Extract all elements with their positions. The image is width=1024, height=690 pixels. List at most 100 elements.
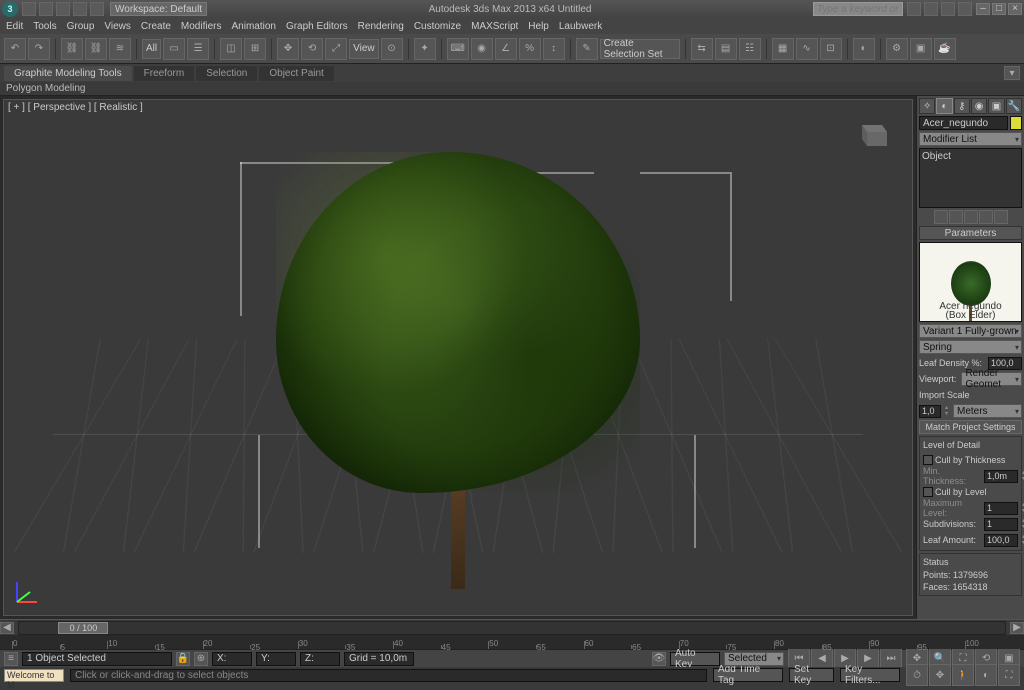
ribbon-tab-selection[interactable]: Selection [196, 66, 257, 81]
show-end-result-icon[interactable] [949, 210, 963, 224]
select-move-icon[interactable]: ✥ [277, 38, 299, 60]
menu-group[interactable]: Group [67, 21, 95, 32]
cp-create-icon[interactable]: ✧ [919, 98, 935, 114]
material-editor-icon[interactable]: ◐ [853, 38, 875, 60]
pin-stack-icon[interactable] [934, 210, 948, 224]
app-logo-icon[interactable]: 3 [2, 1, 18, 17]
timeline-left-icon[interactable]: ◀ [0, 622, 14, 634]
graphite-toggle-icon[interactable]: ▦ [772, 38, 794, 60]
menu-modifiers[interactable]: Modifiers [181, 21, 222, 32]
curve-editor-icon[interactable]: ∿ [796, 38, 818, 60]
modifier-list-dropdown[interactable]: Modifier List [919, 132, 1022, 146]
select-name-icon[interactable]: ☰ [187, 38, 209, 60]
time-slider[interactable]: 0 / 100 [18, 621, 1006, 635]
layers-icon[interactable]: ☷ [739, 38, 761, 60]
named-selection-set[interactable]: Create Selection Set [600, 39, 680, 59]
select-manipulate-icon[interactable]: ✦ [414, 38, 436, 60]
cp-hierarchy-icon[interactable]: ⚷ [954, 98, 970, 114]
unlink-icon[interactable]: ⛓ [85, 38, 107, 60]
mirror-icon[interactable]: ⇆ [691, 38, 713, 60]
scene-tree-object[interactable] [276, 152, 639, 590]
snap-toggle-icon[interactable]: ◉ [471, 38, 493, 60]
qat-redo-icon[interactable] [90, 2, 104, 16]
viewport[interactable]: [ + ] [ Perspective ] [ Realistic ] [3, 99, 913, 616]
angle-snap-icon[interactable]: ∠ [495, 38, 517, 60]
track-bar-toggle-icon[interactable]: ≡ [4, 652, 18, 666]
season-dropdown[interactable]: Spring [919, 340, 1022, 354]
bind-spacewarp-icon[interactable]: ≋ [109, 38, 131, 60]
render-frame-icon[interactable]: ▣ [910, 38, 932, 60]
make-unique-icon[interactable] [964, 210, 978, 224]
select-rotate-icon[interactable]: ⟲ [301, 38, 323, 60]
select-region-icon[interactable]: ◫ [220, 38, 242, 60]
viewport-mode-dropdown[interactable]: Render Geomet [961, 372, 1022, 386]
menu-laubwerk[interactable]: Laubwerk [559, 21, 602, 32]
isolate-icon[interactable]: 👁 [652, 652, 666, 666]
maxscript-listener[interactable]: Welcome to M [4, 669, 64, 682]
menu-create[interactable]: Create [141, 21, 171, 32]
window-crossing-icon[interactable]: ⊞ [244, 38, 266, 60]
menu-rendering[interactable]: Rendering [358, 21, 404, 32]
render-production-icon[interactable]: ☕ [934, 38, 956, 60]
import-scale-unit-dropdown[interactable]: Meters [953, 404, 1022, 418]
variant-dropdown[interactable]: Variant 1 Fully-grown [919, 324, 1022, 338]
ribbon-tab-object-paint[interactable]: Object Paint [259, 66, 333, 81]
viewcube-icon[interactable] [852, 120, 892, 150]
menu-graph-editors[interactable]: Graph Editors [286, 21, 348, 32]
favorites-icon[interactable] [941, 2, 955, 16]
ribbon-tab-freeform[interactable]: Freeform [134, 66, 195, 81]
remove-modifier-icon[interactable] [979, 210, 993, 224]
spinner-snap-icon[interactable]: ↕ [543, 38, 565, 60]
coord-x[interactable]: X: [212, 652, 252, 666]
ribbon-panel-label[interactable]: Polygon Modeling [0, 82, 1024, 96]
menu-maxscript[interactable]: MAXScript [471, 21, 518, 32]
match-project-button[interactable]: Match Project Settings [919, 420, 1022, 434]
max-level-spinner[interactable]: 1 [984, 502, 1018, 515]
select-scale-icon[interactable]: ⤢ [325, 38, 347, 60]
timeline-right-icon[interactable]: ▶ [1010, 622, 1024, 634]
stack-entry[interactable]: Object [922, 151, 1019, 162]
import-scale-spinner[interactable]: 1,0 [919, 405, 941, 418]
object-color-swatch[interactable] [1010, 116, 1022, 130]
key-mode-dropdown[interactable]: Selected [724, 652, 784, 666]
modifier-stack[interactable]: Object [919, 148, 1022, 208]
qat-new-icon[interactable] [22, 2, 36, 16]
time-ruler[interactable]: 0 5 10 15 20 25 30 35 40 45 50 55 60 65 … [0, 635, 1024, 649]
schematic-view-icon[interactable]: ⊡ [820, 38, 842, 60]
keyboard-shortcut-icon[interactable]: ⌨ [447, 38, 469, 60]
menu-animation[interactable]: Animation [231, 21, 275, 32]
select-object-icon[interactable]: ▭ [163, 38, 185, 60]
configure-sets-icon[interactable] [994, 210, 1008, 224]
render-setup-icon[interactable]: ⚙ [886, 38, 908, 60]
infocenter-icon[interactable] [907, 2, 921, 16]
viewport-label[interactable]: [ + ] [ Perspective ] [ Realistic ] [8, 102, 143, 113]
qat-open-icon[interactable] [39, 2, 53, 16]
qat-save-icon[interactable] [56, 2, 70, 16]
edit-named-sel-icon[interactable]: ✎ [576, 38, 598, 60]
cp-modify-icon[interactable]: ◐ [936, 98, 952, 114]
maximize-button[interactable]: □ [992, 3, 1006, 15]
cull-level-checkbox[interactable] [923, 487, 933, 497]
cp-utilities-icon[interactable]: 🔧 [1006, 98, 1022, 114]
absolute-transform-icon[interactable]: ⊕ [194, 652, 208, 666]
ribbon-tab-graphite[interactable]: Graphite Modeling Tools [4, 66, 132, 81]
time-slider-handle[interactable]: 0 / 100 [58, 622, 108, 634]
cull-thickness-checkbox[interactable] [923, 455, 933, 465]
close-button[interactable]: × [1008, 3, 1022, 15]
cp-display-icon[interactable]: ▣ [988, 98, 1004, 114]
link-icon[interactable]: ⛓ [61, 38, 83, 60]
subdivisions-spinner[interactable]: 1 [984, 518, 1018, 531]
set-key-button[interactable]: Set Key [789, 668, 834, 682]
pivot-center-icon[interactable]: ⊙ [381, 38, 403, 60]
menu-tools[interactable]: Tools [33, 21, 56, 32]
help-icon[interactable] [958, 2, 972, 16]
help-search-input[interactable] [813, 2, 903, 16]
align-icon[interactable]: ▤ [715, 38, 737, 60]
menu-edit[interactable]: Edit [6, 21, 23, 32]
menu-customize[interactable]: Customize [414, 21, 461, 32]
signin-icon[interactable] [924, 2, 938, 16]
min-thickness-spinner[interactable]: 1,0m [984, 470, 1018, 483]
add-time-tag[interactable]: Add Time Tag [713, 668, 783, 682]
key-filters-button[interactable]: Key Filters... [840, 668, 900, 682]
qat-undo-icon[interactable] [73, 2, 87, 16]
